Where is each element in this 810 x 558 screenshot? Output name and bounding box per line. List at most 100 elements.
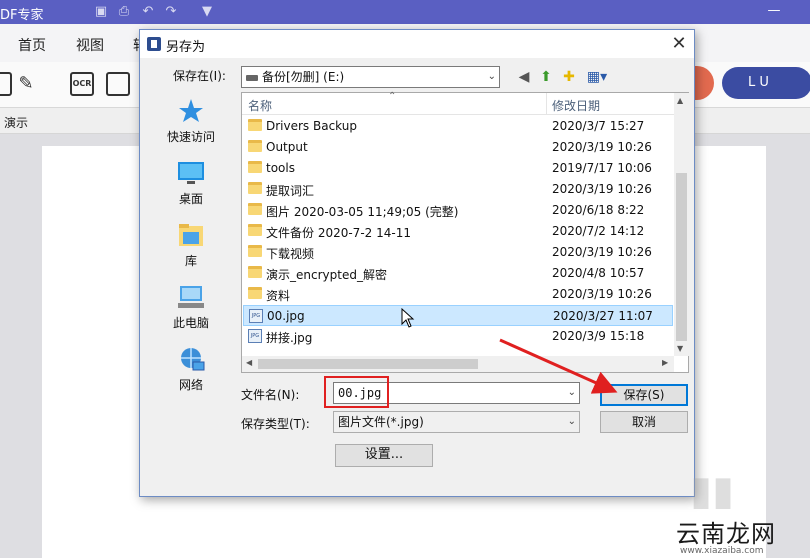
view-menu-icon[interactable]: ▦▾	[584, 68, 610, 86]
folder-icon	[248, 287, 262, 299]
folder-icon	[248, 266, 262, 278]
jpg-file-icon: JPG	[249, 309, 263, 323]
chevron-down-icon[interactable]: ⌄	[568, 383, 576, 403]
place-label: 网络	[178, 378, 203, 392]
ocr-icon[interactable]: OCR	[70, 72, 94, 96]
filetype-value: 图片文件(*.jpg)	[338, 415, 424, 429]
dialog-titlebar: 另存为 ✕	[140, 30, 694, 58]
scroll-thumb[interactable]	[676, 173, 687, 341]
minimize-icon[interactable]: —	[765, 2, 783, 20]
list-item[interactable]: JPG 拼接.jpg 2020/3/9 15:18	[243, 326, 673, 347]
place-label: 快速访问	[166, 130, 215, 144]
list-item[interactable]: 文件备份 2020-7-2 14-11 2020/7/2 14:12	[243, 221, 673, 242]
watermark-url: www.xiazaiba.com	[680, 546, 764, 556]
column-divider[interactable]	[546, 93, 547, 115]
print-icon[interactable]: ⎙	[115, 3, 133, 21]
scroll-up-icon[interactable]: ▲	[677, 96, 683, 105]
folder-icon	[248, 119, 262, 131]
file-name: 提取词汇	[266, 184, 315, 198]
document-tab[interactable]: 演示	[4, 114, 28, 131]
tool-icon[interactable]	[0, 72, 12, 96]
filetype-select[interactable]: 图片文件(*.jpg) ⌄	[333, 411, 580, 433]
scroll-right-icon[interactable]: ▶	[662, 358, 668, 367]
save-as-dialog: 另存为 ✕ 保存在(I): 备份[勿删] (E:) ⌄ ◀ ⬆ ✚ ▦▾ 快速访…	[139, 29, 695, 497]
file-date: 2020/3/7 15:27	[552, 119, 645, 133]
place-desktop[interactable]: 桌面	[148, 160, 234, 207]
login-label: L U	[748, 75, 769, 90]
file-name: 演示_encrypted_解密	[266, 268, 387, 282]
save-icon[interactable]: ▣	[92, 3, 110, 21]
sort-ascending-icon: ⌃	[388, 91, 397, 102]
library-icon	[179, 224, 203, 246]
list-item[interactable]: Output 2020/3/19 10:26	[243, 137, 673, 158]
scroll-down-icon[interactable]: ▼	[677, 344, 683, 353]
cancel-button[interactable]: 取消	[600, 411, 688, 433]
save-in-value: 备份[勿删] (E:)	[262, 70, 345, 84]
file-name: 资料	[266, 289, 291, 303]
file-date: 2020/3/19 10:26	[552, 182, 652, 196]
file-date: 2019/7/17 10:06	[552, 161, 652, 175]
scroll-thumb[interactable]	[258, 359, 478, 369]
place-this-pc[interactable]: 此电脑	[148, 284, 234, 331]
back-icon[interactable]: ◀	[515, 68, 533, 86]
menu-home[interactable]: 首页	[18, 35, 46, 55]
file-date: 2020/7/2 14:12	[552, 224, 645, 238]
star-icon	[179, 99, 203, 122]
undo-icon[interactable]: ↶	[139, 3, 157, 21]
new-folder-icon[interactable]: ✚	[560, 68, 578, 86]
list-item[interactable]: 演示_encrypted_解密 2020/4/8 10:57	[243, 263, 673, 284]
list-item[interactable]: 下载视频 2020/3/19 10:26	[243, 242, 673, 263]
file-date: 2020/3/19 10:26	[552, 245, 652, 259]
file-date: 2020/6/18 8:22	[552, 203, 645, 217]
place-label: 库	[184, 254, 197, 268]
list-item[interactable]: Drivers Backup 2020/3/7 15:27	[243, 116, 673, 137]
redo-icon[interactable]: ↷	[162, 3, 180, 21]
folder-icon	[248, 203, 262, 215]
list-item[interactable]: 提取词汇 2020/3/19 10:26	[243, 179, 673, 200]
up-folder-icon[interactable]: ⬆	[537, 68, 555, 86]
watermark-brand: 云南龙网	[676, 520, 776, 548]
place-label: 桌面	[178, 192, 203, 206]
folder-icon	[248, 245, 262, 257]
file-list[interactable]: ⌃ 名称 修改日期 Drivers Backup 2020/3/7 15:27 O…	[241, 91, 689, 373]
chevron-down-icon: ⌄	[567, 416, 576, 427]
settings-button[interactable]: 设置...	[335, 444, 433, 467]
place-library[interactable]: 库	[148, 222, 234, 269]
jpg-file-icon: JPG	[248, 329, 262, 343]
list-item[interactable]: tools 2019/7/17 10:06	[243, 158, 673, 179]
file-name: Drivers Backup	[266, 119, 357, 133]
login-button[interactable]: L U	[722, 67, 810, 99]
desktop-icon	[178, 162, 204, 184]
cancel-button-label: 取消	[631, 415, 656, 429]
folder-icon	[248, 182, 262, 194]
drive-icon	[246, 74, 258, 81]
settings-button-label: 设置...	[364, 447, 404, 462]
vertical-scrollbar[interactable]: ▲ ▼	[674, 93, 689, 356]
file-date: 2020/3/27 11:07	[553, 309, 653, 323]
column-date[interactable]: 修改日期	[552, 97, 600, 114]
list-item[interactable]: 图片 2020-03-05 11;49;05 (完整) 2020/6/18 8:2…	[243, 200, 673, 221]
column-name[interactable]: 名称	[248, 97, 272, 114]
close-icon[interactable]: ✕	[668, 33, 690, 55]
app-title: DF专家	[0, 8, 44, 23]
save-button[interactable]: 保存(S)	[600, 384, 688, 406]
save-in-select[interactable]: 备份[勿删] (E:) ⌄	[241, 66, 500, 88]
place-network[interactable]: 网络	[148, 346, 234, 393]
place-quick-access[interactable]: 快速访问	[148, 98, 234, 145]
horizontal-scrollbar[interactable]: ◀ ▶	[242, 356, 674, 372]
menu-view[interactable]: 视图	[76, 35, 104, 55]
network-icon	[181, 348, 205, 371]
edit-icon[interactable]: ✎	[14, 72, 38, 96]
scroll-left-icon[interactable]: ◀	[246, 358, 252, 367]
file-name: 图片 2020-03-05 11;49;05 (完整)	[266, 205, 459, 219]
save-in-label: 保存在(I):	[173, 69, 226, 83]
app-titlebar: DF专家 ▣ ⎙ ↶ ↷ ▼ —	[0, 0, 810, 24]
file-date: 2020/3/19 10:26	[552, 287, 652, 301]
page-icon[interactable]	[106, 72, 130, 96]
save-button-label: 保存(S)	[623, 388, 665, 402]
column-header: ⌃ 名称 修改日期	[242, 91, 674, 115]
filename-label: 文件名(N):	[241, 388, 300, 402]
list-item[interactable]: 资料 2020/3/19 10:26	[243, 284, 673, 305]
list-item-selected[interactable]: JPG 00.jpg 2020/3/27 11:07	[243, 305, 673, 326]
dropdown-icon[interactable]: ▼	[198, 3, 216, 21]
